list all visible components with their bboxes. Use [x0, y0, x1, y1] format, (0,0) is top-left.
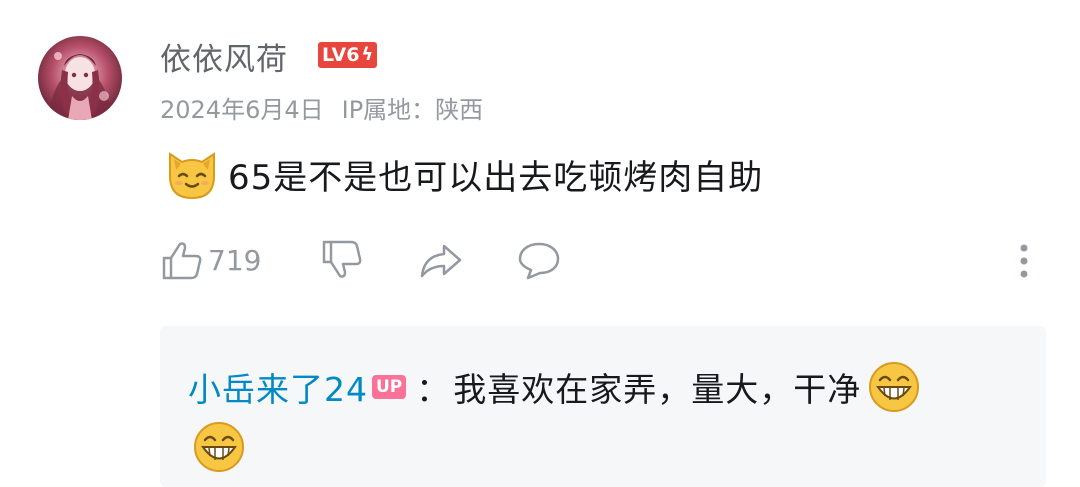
more-vertical-icon — [1020, 244, 1028, 278]
comment-meta: 2024年6月4日 IP属地：陕西 — [160, 90, 483, 125]
reply-username[interactable]: 小岳来了24 — [188, 363, 368, 411]
cat-face-emoji-icon — [169, 152, 215, 200]
comment-body: 65是不是也可以出去吃顿烤肉自助 — [164, 146, 763, 202]
comment-date: 2024年6月4日 — [160, 96, 324, 124]
level-badge: LV6 ϟ — [318, 42, 378, 68]
grinning-face-emoji-icon — [869, 362, 920, 412]
more-options-button[interactable] — [1018, 242, 1030, 284]
share-icon — [420, 244, 462, 278]
like-count: 719 — [208, 243, 262, 277]
reply-line: 小岳来了24 UP ： 我喜欢在家弄，量大，干净 — [188, 360, 921, 414]
lightning-icon: ϟ — [361, 44, 374, 65]
ip-location: IP属地：陕西 — [341, 96, 484, 124]
thumbs-up-icon — [162, 242, 202, 280]
up-badge: UP — [372, 375, 407, 399]
reply-preview[interactable]: 小岳来了24 UP ： 我喜欢在家弄，量大，干净 — [160, 326, 1046, 487]
comment-card: 依依风荷 LV6 ϟ 2024年6月4日 IP属地：陕西 65是不是也可以出去吃… — [0, 0, 1080, 487]
dislike-button[interactable] — [320, 238, 364, 282]
action-bar: 719 — [160, 238, 1040, 288]
comment-bubble-icon — [518, 242, 560, 280]
grinning-face-emoji-icon — [194, 422, 244, 472]
comment-text: 65是不是也可以出去吃顿烤肉自助 — [228, 157, 764, 198]
level-badge-label: LV6 — [322, 44, 360, 66]
reply-button[interactable] — [516, 238, 562, 282]
reply-text: 我喜欢在家弄，量大，干净 — [453, 370, 862, 409]
reply-separator: ： — [416, 370, 450, 409]
share-button[interactable] — [418, 238, 464, 282]
avatar[interactable] — [38, 36, 122, 120]
avatar-image — [38, 36, 122, 120]
thumbs-down-icon — [322, 240, 362, 278]
username[interactable]: 依依风荷 — [160, 34, 288, 79]
like-button[interactable]: 719 — [160, 238, 261, 282]
